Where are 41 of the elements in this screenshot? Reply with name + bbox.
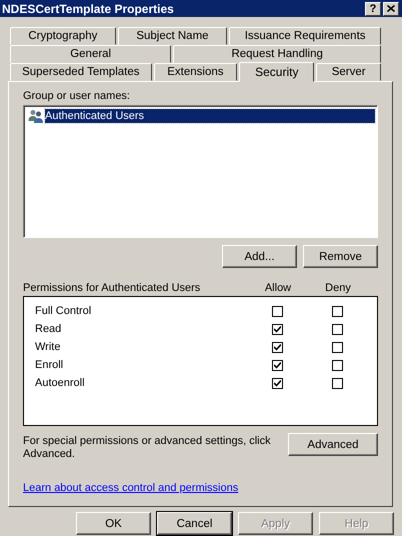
tab[interactable]: Issuance Requirements [229,27,381,45]
help-link[interactable]: Learn about access control and permissions [23,482,238,494]
close-icon [387,5,395,12]
tab[interactable]: Request Handling [173,45,381,63]
checkbox[interactable] [332,342,342,352]
permissions-label: Permissions for Authenticated Users [23,282,202,294]
help-button[interactable]: ? [365,2,381,16]
checkbox[interactable] [332,360,342,370]
permission-name: Autoenroll [35,377,86,389]
checkbox[interactable] [332,378,342,388]
tab[interactable]: Subject Name [118,27,228,45]
user-item[interactable]: Authenticated Users [45,109,375,123]
advanced-button[interactable]: Advanced [288,433,378,456]
tab[interactable]: Superseded Templates [10,63,152,81]
column-header: Deny [324,282,352,294]
checkbox[interactable] [332,324,342,334]
permission-name: Enroll [35,359,64,371]
tab[interactable]: Security [239,62,314,82]
checkbox[interactable] [272,378,282,388]
users-icon [28,109,44,123]
tab[interactable]: Cryptography [10,27,116,45]
dialog-button[interactable]: Cancel [157,512,232,535]
dialog-button[interactable]: OK [76,512,151,535]
window-title: NDESCertTemplate Properties [2,2,175,16]
group-label: Group or user names: [23,90,131,102]
tab[interactable]: General [10,45,172,63]
add-button[interactable]: Add... [222,245,297,268]
permission-name: Full Control [35,305,92,317]
tab[interactable]: Server [316,63,382,81]
checkbox[interactable] [272,306,282,316]
close-button[interactable] [383,2,399,16]
permission-name: Write [35,341,62,353]
column-header: Allow [264,282,292,294]
checkbox[interactable] [272,360,282,370]
advanced-hint: For special permissions or advanced settings, click Advanced. [23,435,272,461]
checkbox[interactable] [332,306,342,316]
remove-button[interactable]: Remove [303,245,378,268]
permission-name: Read [35,323,62,335]
checkbox[interactable] [272,324,282,334]
tab[interactable]: Extensions [154,63,238,81]
checkbox[interactable] [272,342,282,352]
